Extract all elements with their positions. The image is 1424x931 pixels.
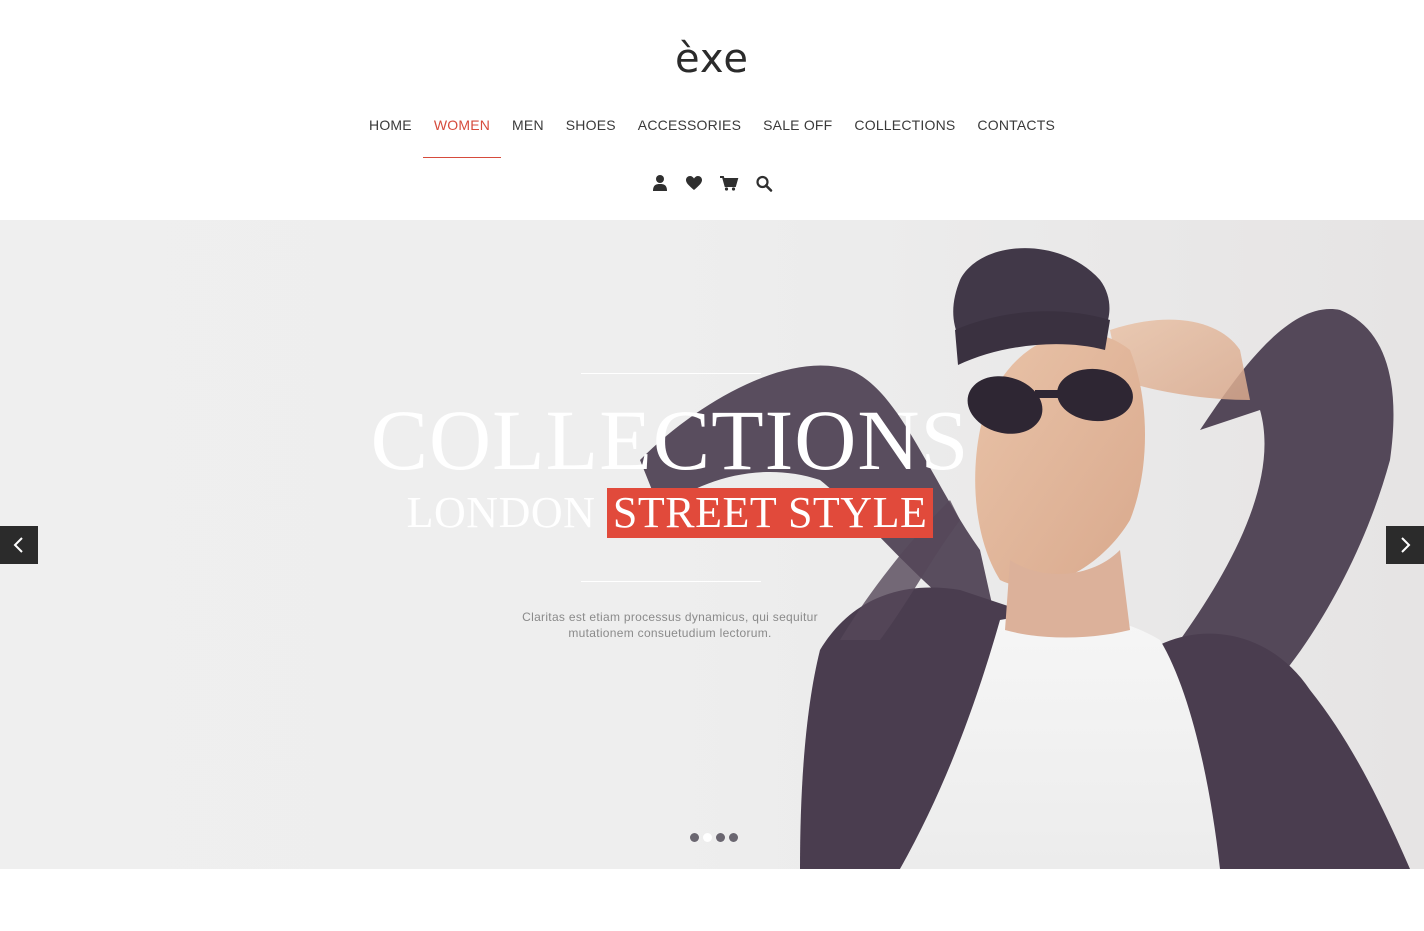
- slider-prev-button[interactable]: [0, 526, 38, 564]
- hero-divider-bottom: [581, 581, 761, 582]
- hero-slider: COLLECTIONS LONDON STREET STYLE Claritas…: [0, 220, 1424, 869]
- hero-description-line2: mutationem consuetudium lectorum.: [568, 626, 772, 640]
- hero-model-image: [640, 248, 1410, 869]
- slider-dot-1[interactable]: [690, 833, 699, 842]
- main-nav: HOME WOMEN MEN SHOES ACCESSORIES SALE OF…: [0, 117, 1424, 158]
- hero-divider-top: [581, 373, 761, 374]
- nav-contacts[interactable]: CONTACTS: [966, 117, 1066, 158]
- hero-subtitle-highlight: STREET STYLE: [606, 488, 934, 538]
- hero-description: Claritas est etiam processus dynamicus, …: [470, 609, 870, 641]
- nav-shoes[interactable]: SHOES: [555, 117, 627, 158]
- logo[interactable]: èxe: [0, 36, 1424, 82]
- nav-sale-off[interactable]: SALE OFF: [752, 117, 843, 158]
- slider-next-button[interactable]: [1386, 526, 1424, 564]
- hero-subtitle: LONDON STREET STYLE: [400, 488, 940, 538]
- nav-accessories[interactable]: ACCESSORIES: [627, 117, 752, 158]
- slider-dot-4[interactable]: [729, 833, 738, 842]
- hero-subtitle-plain: LONDON: [406, 488, 596, 537]
- site-header: èxe HOME WOMEN MEN SHOES ACCESSORIES SAL…: [0, 0, 1424, 220]
- cart-icon[interactable]: [719, 173, 739, 193]
- user-icon[interactable]: [651, 173, 669, 193]
- search-icon[interactable]: [755, 173, 773, 193]
- slider-dot-2[interactable]: [703, 833, 712, 842]
- slider-dot-3[interactable]: [716, 833, 725, 842]
- chevron-right-icon: [1401, 537, 1411, 553]
- heart-icon[interactable]: [685, 173, 703, 193]
- slider-pagination: [690, 833, 738, 842]
- header-icons: [0, 173, 1424, 193]
- hero-title: COLLECTIONS: [370, 392, 970, 488]
- nav-men[interactable]: MEN: [501, 117, 555, 158]
- chevron-left-icon: [13, 537, 23, 553]
- nav-home[interactable]: HOME: [358, 117, 423, 158]
- nav-collections[interactable]: COLLECTIONS: [843, 117, 966, 158]
- nav-women[interactable]: WOMEN: [422, 117, 502, 158]
- hero-description-line1: Claritas est etiam processus dynamicus, …: [522, 610, 818, 624]
